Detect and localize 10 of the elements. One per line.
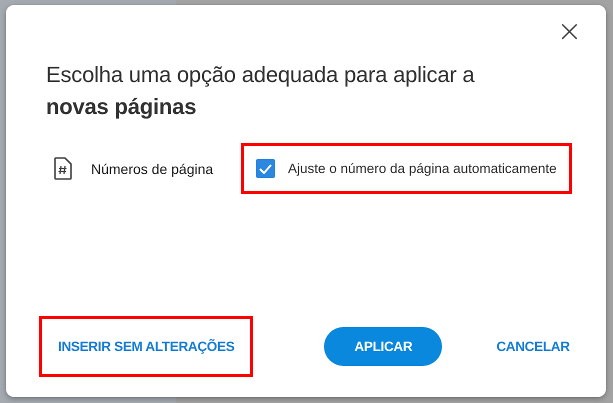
check-icon bbox=[259, 164, 272, 174]
page-number-icon bbox=[54, 157, 72, 180]
checkbox[interactable] bbox=[256, 159, 275, 178]
text-button[interactable]: INSERIR SEM ALTERAÇÕES bbox=[54, 327, 238, 366]
text-button[interactable]: CANCELAR bbox=[492, 327, 574, 366]
apply-button[interactable]: APLICAR bbox=[324, 327, 442, 366]
checkbox-label: Ajuste o número da página automaticamente bbox=[288, 161, 557, 176]
close-button[interactable]: × bbox=[552, 19, 586, 45]
option-label: Números de página bbox=[91, 160, 214, 176]
dialog-title: Escolha uma opção adequada para aplicar a novas páginas bbox=[46, 61, 476, 121]
